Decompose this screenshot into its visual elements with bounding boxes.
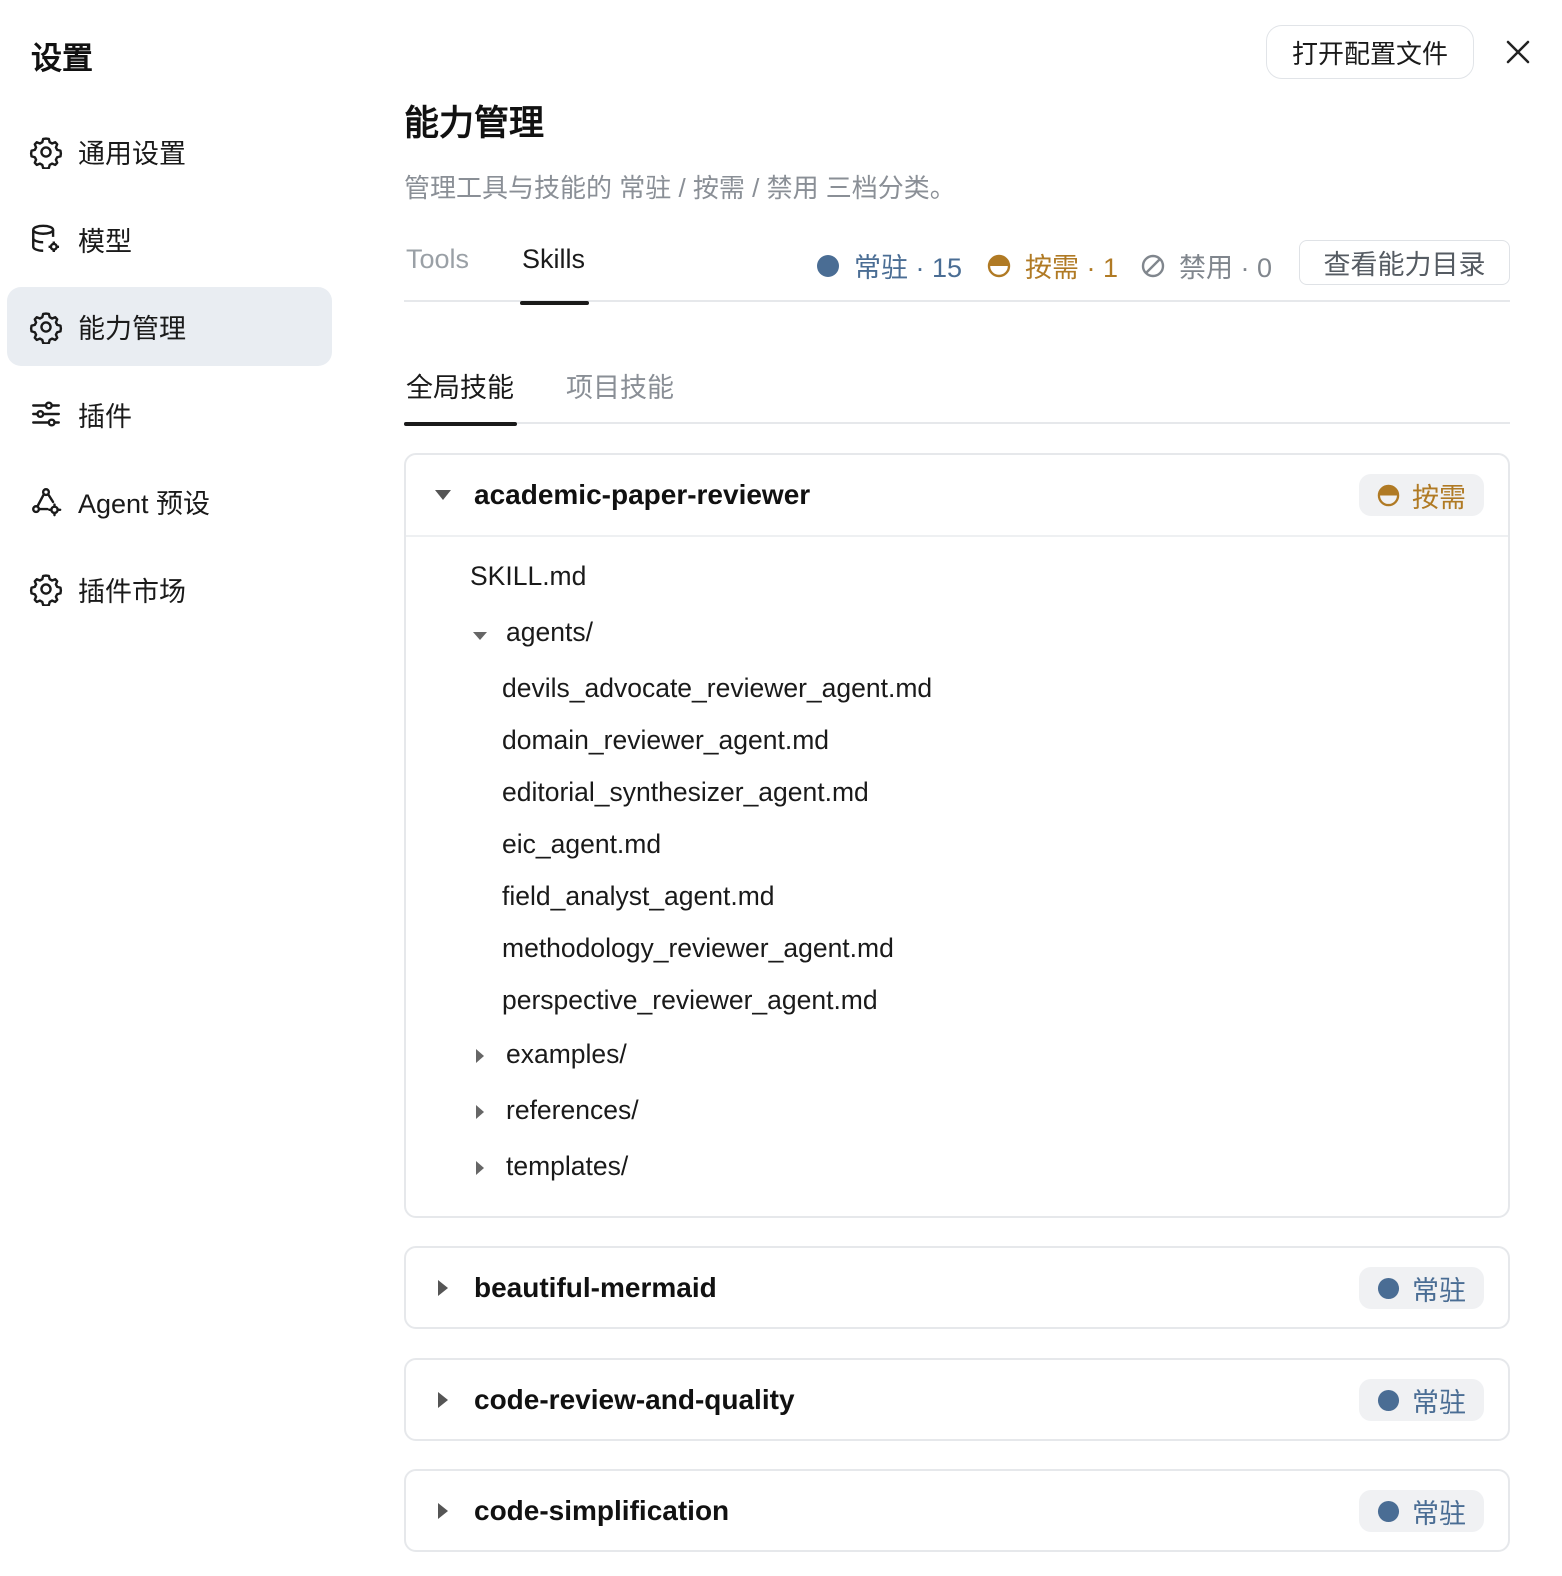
sidebar: 设置 通用设置 模型 能力管理 插件 Agent 预设 插件市场 bbox=[0, 0, 345, 1576]
tree-file[interactable]: perspective_reviewer_agent.md bbox=[502, 985, 878, 1016]
skill-card: academic-paper-reviewer 按需 SKILL.md agen… bbox=[404, 453, 1510, 1218]
sliders-icon bbox=[29, 397, 63, 431]
stat-ondemand: 按需 · 1 bbox=[987, 246, 1118, 285]
close-button[interactable] bbox=[1500, 34, 1536, 70]
sidebar-item-label: 能力管理 bbox=[78, 314, 186, 344]
caret-right-icon bbox=[434, 1279, 452, 1297]
tree-folder[interactable]: references/ bbox=[506, 1095, 639, 1126]
prohibited-icon bbox=[1141, 254, 1165, 278]
caret-down-icon bbox=[434, 486, 452, 504]
tree-folder[interactable]: agents/ bbox=[506, 617, 593, 648]
resident-dot-icon bbox=[816, 254, 840, 278]
page-description: 管理工具与技能的 常驻 / 按需 / 禁用 三档分类。 bbox=[404, 173, 956, 203]
type-tabs: Tools Skills 常驻 · 15 按需 · 1 禁用 · 0 查看能力目… bbox=[404, 238, 1510, 305]
agent-gear-icon bbox=[29, 485, 63, 519]
sidebar-item-plugins[interactable]: 插件 bbox=[7, 375, 332, 454]
skill-card-header[interactable]: code-simplification 常驻 bbox=[406, 1471, 1508, 1551]
skill-card-header[interactable]: beautiful-mermaid 常驻 bbox=[406, 1248, 1508, 1328]
view-catalog-button[interactable]: 查看能力目录 bbox=[1299, 240, 1510, 285]
status-badge-label: 常驻 bbox=[1412, 1387, 1466, 1418]
caret-right-icon[interactable] bbox=[472, 1104, 488, 1120]
sidebar-item-label: 模型 bbox=[78, 226, 132, 257]
sidebar-item-models[interactable]: 模型 bbox=[7, 200, 332, 279]
gear-icon bbox=[29, 135, 63, 169]
resident-dot-icon bbox=[1377, 1500, 1400, 1523]
skill-card-header[interactable]: academic-paper-reviewer 按需 bbox=[406, 455, 1508, 535]
skill-card: code-review-and-quality 常驻 bbox=[404, 1358, 1510, 1441]
sidebar-nav: 通用设置 模型 能力管理 插件 Agent 预设 插件市场 bbox=[7, 112, 332, 637]
gear-icon bbox=[29, 572, 63, 606]
status-badge-label: 常驻 bbox=[1412, 1275, 1466, 1306]
tree-file[interactable]: field_analyst_agent.md bbox=[502, 881, 775, 912]
skill-name: code-review-and-quality bbox=[474, 1384, 795, 1415]
tree-folder[interactable]: templates/ bbox=[506, 1151, 628, 1182]
status-badge-label: 按需 bbox=[1412, 482, 1466, 513]
file-tree: SKILL.md agents/ devils_advocate_reviewe… bbox=[406, 535, 1508, 1218]
sidebar-item-label: 插件市场 bbox=[78, 576, 186, 607]
tab-skills[interactable]: Skills bbox=[519, 244, 590, 305]
settings-title: 设置 bbox=[31, 41, 93, 76]
status-badge[interactable]: 常驻 bbox=[1359, 1379, 1484, 1421]
tab-project-skills[interactable]: 项目技能 bbox=[566, 366, 674, 424]
sidebar-item-label: Agent 预设 bbox=[78, 489, 211, 519]
caret-right-icon bbox=[434, 1502, 452, 1520]
status-badge[interactable]: 按需 bbox=[1359, 474, 1484, 516]
page-title: 能力管理 bbox=[404, 104, 545, 143]
tab-tools[interactable]: Tools bbox=[406, 244, 469, 302]
skill-card: code-simplification 常驻 bbox=[404, 1469, 1510, 1552]
stat-resident-label: 常驻 · 15 bbox=[854, 253, 963, 283]
database-gear-icon bbox=[29, 222, 63, 256]
sidebar-item-agent-presets[interactable]: Agent 预设 bbox=[7, 462, 332, 541]
stat-resident: 常驻 · 15 bbox=[816, 246, 962, 285]
tree-file[interactable]: SKILL.md bbox=[470, 561, 586, 592]
tab-global-skills[interactable]: 全局技能 bbox=[404, 366, 517, 426]
status-badge[interactable]: 常驻 bbox=[1359, 1490, 1484, 1532]
resident-dot-icon bbox=[1377, 1277, 1400, 1300]
status-badge[interactable]: 常驻 bbox=[1359, 1267, 1484, 1309]
caret-right-icon[interactable] bbox=[472, 1048, 488, 1064]
caret-down-icon[interactable] bbox=[472, 628, 488, 644]
stat-ondemand-label: 按需 · 1 bbox=[1025, 253, 1119, 283]
half-circle-icon bbox=[1377, 484, 1400, 507]
stat-disabled: 禁用 · 0 bbox=[1141, 246, 1272, 285]
sidebar-item-general[interactable]: 通用设置 bbox=[7, 112, 332, 191]
resident-dot-icon bbox=[1377, 1389, 1400, 1412]
settings-window: 设置 通用设置 模型 能力管理 插件 Agent 预设 插件市场 打开配置文件 … bbox=[0, 0, 1562, 1576]
half-circle-icon bbox=[987, 254, 1011, 278]
sidebar-item-label: 插件 bbox=[78, 401, 132, 432]
sidebar-item-capability-management[interactable]: 能力管理 bbox=[7, 287, 332, 366]
tree-folder[interactable]: examples/ bbox=[506, 1039, 627, 1070]
scope-tabs: 全局技能 项目技能 bbox=[404, 360, 1510, 426]
tree-file[interactable]: editorial_synthesizer_agent.md bbox=[502, 777, 869, 808]
status-badge-label: 常驻 bbox=[1412, 1498, 1466, 1529]
caret-right-icon[interactable] bbox=[472, 1160, 488, 1176]
gear-icon bbox=[29, 310, 63, 344]
tree-file[interactable]: eic_agent.md bbox=[502, 829, 661, 860]
tree-file[interactable]: methodology_reviewer_agent.md bbox=[502, 933, 894, 964]
skill-name: beautiful-mermaid bbox=[474, 1272, 717, 1303]
sidebar-item-label: 通用设置 bbox=[78, 139, 186, 169]
skill-name: academic-paper-reviewer bbox=[474, 479, 811, 510]
skill-card-header[interactable]: code-review-and-quality 常驻 bbox=[406, 1360, 1508, 1440]
tree-file[interactable]: devils_advocate_reviewer_agent.md bbox=[502, 673, 932, 704]
skill-card: beautiful-mermaid 常驻 bbox=[404, 1246, 1510, 1329]
close-icon bbox=[1503, 37, 1533, 67]
open-config-button[interactable]: 打开配置文件 bbox=[1266, 25, 1474, 79]
stat-disabled-label: 禁用 · 0 bbox=[1179, 253, 1273, 283]
caret-right-icon bbox=[434, 1391, 452, 1409]
tree-file[interactable]: domain_reviewer_agent.md bbox=[502, 725, 829, 756]
skill-name: code-simplification bbox=[474, 1495, 730, 1526]
sidebar-item-plugin-market[interactable]: 插件市场 bbox=[7, 550, 332, 629]
